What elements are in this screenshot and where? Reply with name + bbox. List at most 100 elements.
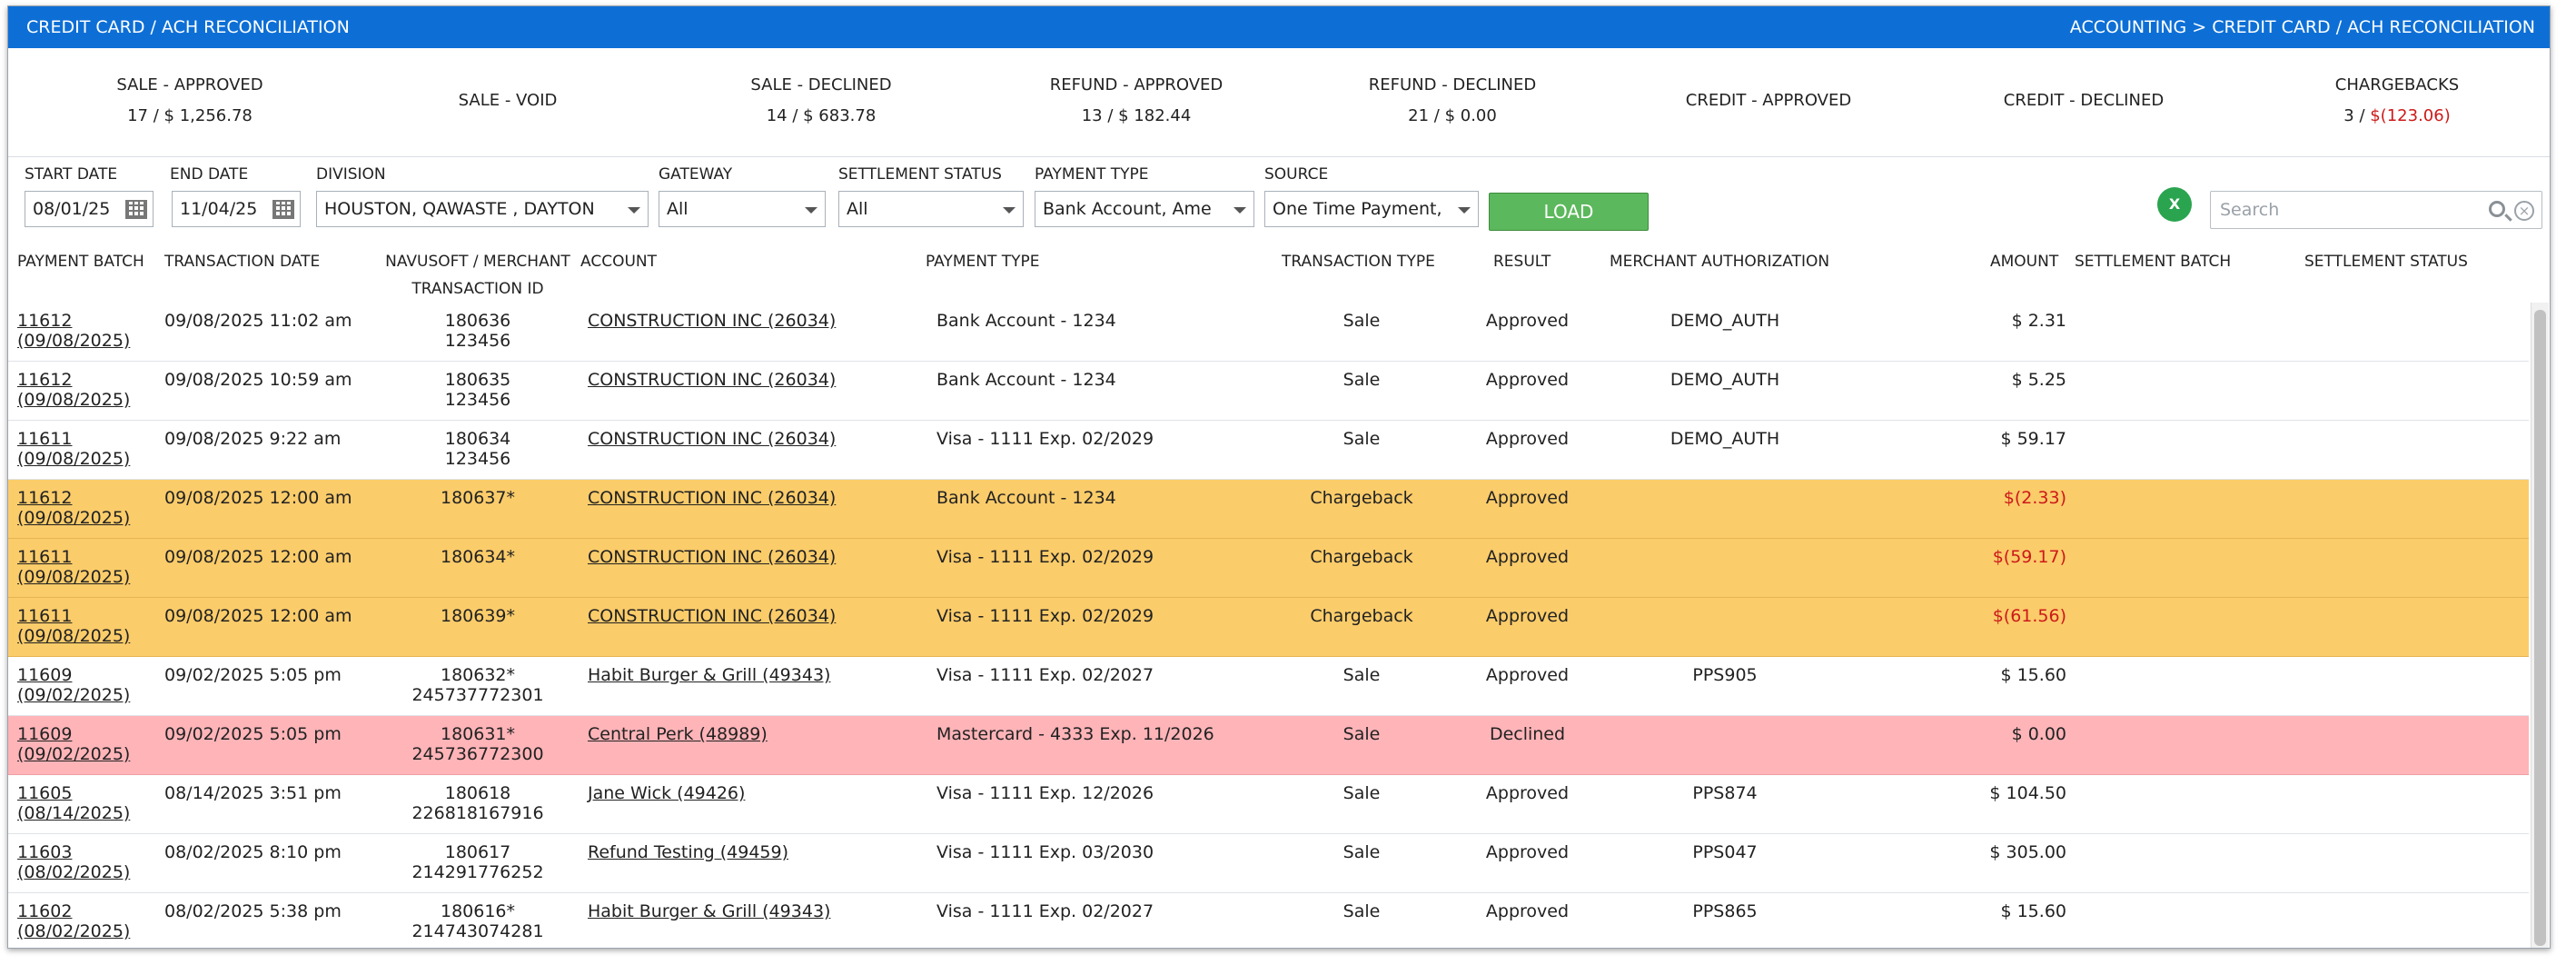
gateway-select[interactable]: All	[659, 191, 826, 227]
account-link[interactable]: Habit Burger & Grill (49343)	[588, 901, 830, 921]
col-transaction-date[interactable]: TRANSACTION DATE	[164, 248, 320, 275]
clear-icon[interactable]: ×	[2514, 201, 2534, 221]
load-button[interactable]: LOAD	[1489, 193, 1649, 231]
summary-value: 21 / $ 0.00	[1408, 106, 1497, 125]
amount: $ 305.00	[1989, 842, 2066, 862]
vertical-scrollbar[interactable]	[2531, 303, 2549, 948]
amount: $(59.17)	[1992, 547, 2066, 567]
division-label: DIVISION	[316, 165, 386, 184]
account-link[interactable]: CONSTRUCTION INC (26034)	[588, 606, 836, 626]
transaction-id: 180617 214291776252	[411, 842, 544, 882]
payment-type: Visa - 1111 Exp. 03/2030	[936, 842, 1154, 862]
summary-value: 17 / $ 1,256.78	[127, 106, 253, 125]
merchant-authorization: PPS865	[1692, 901, 1758, 921]
table-row[interactable]: 11611 (09/08/2025) 09/08/2025 9:22 am 18063…	[8, 421, 2529, 480]
payment-batch-link[interactable]: 11609 (09/02/2025)	[17, 724, 130, 764]
table-row[interactable]: 11603 (08/02/2025) 08/02/2025 8:10 pm 18061…	[8, 834, 2529, 893]
payment-batch-link[interactable]: 11611 (09/08/2025)	[17, 429, 130, 469]
col-merchant-authorization[interactable]: MERCHANT AUTHORIZATION	[1610, 248, 1829, 275]
account-link[interactable]: CONSTRUCTION INC (26034)	[588, 311, 836, 331]
table-row[interactable]: 11611 (09/08/2025) 09/08/2025 12:00 am 1806…	[8, 539, 2529, 598]
settlement-status-label: SETTLEMENT STATUS	[838, 165, 1002, 184]
summary-label: REFUND - APPROVED	[1049, 75, 1224, 95]
transaction-type: Sale	[1342, 842, 1381, 862]
merchant-authorization: PPS047	[1692, 842, 1758, 862]
payment-batch-link[interactable]: 11611 (09/08/2025)	[17, 606, 130, 646]
transaction-date: 09/02/2025 5:05 pm	[164, 724, 342, 744]
amount: $ 59.17	[2000, 429, 2066, 449]
transaction-date: 08/14/2025 3:51 pm	[164, 783, 342, 803]
result: Approved	[1485, 783, 1570, 803]
calendar-icon[interactable]	[125, 200, 147, 219]
account-link[interactable]: CONSTRUCTION INC (26034)	[588, 488, 836, 508]
transaction-type: Chargeback	[1310, 547, 1413, 567]
col-transaction-type[interactable]: TRANSACTION TYPE	[1282, 248, 1435, 275]
summary-sale-declined[interactable]: SALE - DECLINED 14 / $ 683.78	[667, 48, 976, 157]
search-input[interactable]: Search ×	[2210, 191, 2542, 229]
table-row[interactable]: 11602 (08/02/2025) 08/02/2025 5:38 pm 18061…	[8, 893, 2529, 948]
summary-label: REFUND - DECLINED	[1368, 75, 1537, 95]
col-settlement-status[interactable]: SETTLEMENT STATUS	[2304, 248, 2468, 275]
payment-type: Bank Account - 1234	[936, 488, 1116, 508]
payment-batch-link[interactable]: 11605 (08/14/2025)	[17, 783, 130, 823]
transaction-id: 180637*	[440, 488, 516, 508]
summary-refund-approved[interactable]: REFUND - APPROVED 13 / $ 182.44	[982, 48, 1291, 157]
summary-credit-declined[interactable]: CREDIT - DECLINED	[1929, 48, 2238, 157]
result: Approved	[1485, 370, 1570, 390]
settlement-status-select[interactable]: All	[838, 191, 1024, 227]
source-select[interactable]: One Time Payment,	[1264, 191, 1479, 227]
col-amount[interactable]: AMOUNT	[1990, 248, 2058, 275]
payment-batch-link[interactable]: 11612 (09/08/2025)	[17, 488, 130, 528]
summary-chargebacks[interactable]: CHARGEBACKS 3 / $(123.06)	[2243, 48, 2550, 157]
table-row[interactable]: 11611 (09/08/2025) 09/08/2025 12:00 am 1806…	[8, 598, 2529, 657]
table-row[interactable]: 11609 (09/02/2025) 09/02/2025 5:05 pm 18063…	[8, 716, 2529, 775]
summary-label: CHARGEBACKS	[2334, 75, 2460, 95]
division-select[interactable]: HOUSTON, QAWASTE , DAYTON	[316, 191, 649, 227]
col-payment-batch[interactable]: PAYMENT BATCH	[17, 248, 144, 275]
start-date-field[interactable]: 08/01/25	[25, 191, 154, 227]
account-link[interactable]: Habit Burger & Grill (49343)	[588, 665, 830, 685]
amount: $ 0.00	[2011, 724, 2066, 744]
search-icon[interactable]	[2489, 201, 2505, 217]
summary-sale-approved[interactable]: SALE - APPROVED 17 / $ 1,256.78	[35, 48, 344, 157]
account-link[interactable]: Refund Testing (49459)	[588, 842, 788, 862]
summary-sale-void[interactable]: SALE - VOID	[353, 48, 662, 157]
transaction-type: Sale	[1342, 429, 1381, 449]
table-row[interactable]: 11612 (09/08/2025) 09/08/2025 12:00 am 1806…	[8, 480, 2529, 539]
payment-type-select[interactable]: Bank Account, Ame	[1035, 191, 1254, 227]
payment-batch-link[interactable]: 11603 (08/02/2025)	[17, 842, 130, 882]
account-link[interactable]: CONSTRUCTION INC (26034)	[588, 429, 836, 449]
calendar-icon[interactable]	[272, 200, 294, 219]
payment-batch-link[interactable]: 11611 (09/08/2025)	[17, 547, 130, 587]
transaction-type: Chargeback	[1310, 606, 1413, 626]
summary-credit-approved[interactable]: CREDIT - APPROVED	[1614, 48, 1923, 157]
account-link[interactable]: Jane Wick (49426)	[588, 783, 745, 803]
payment-batch-link[interactable]: 11612 (09/08/2025)	[17, 370, 130, 410]
payment-type: Visa - 1111 Exp. 02/2029	[936, 606, 1154, 626]
result: Approved	[1485, 606, 1570, 626]
summary-refund-declined[interactable]: REFUND - DECLINED 21 / $ 0.00	[1298, 48, 1607, 157]
table-row[interactable]: 11612 (09/08/2025) 09/08/2025 10:59 am 1806…	[8, 362, 2529, 421]
excel-export-icon[interactable]: X	[2157, 187, 2192, 222]
col-settlement-batch[interactable]: SETTLEMENT BATCH	[2075, 248, 2231, 275]
payment-batch-link[interactable]: 11602 (08/02/2025)	[17, 901, 130, 941]
payment-batch-link[interactable]: 11609 (09/02/2025)	[17, 665, 130, 705]
col-account[interactable]: ACCOUNT	[580, 248, 657, 275]
table-row[interactable]: 11612 (09/08/2025) 09/08/2025 11:02 am 1806…	[8, 303, 2529, 362]
col-result[interactable]: RESULT	[1493, 248, 1551, 275]
transaction-type: Sale	[1342, 724, 1381, 744]
end-date-label: END DATE	[170, 165, 249, 184]
account-link[interactable]: Central Perk (48989)	[588, 724, 768, 744]
breadcrumb[interactable]: ACCOUNTING > CREDIT CARD / ACH RECONCILI…	[2070, 6, 2535, 48]
table-row[interactable]: 11605 (08/14/2025) 08/14/2025 3:51 pm 18061…	[8, 775, 2529, 834]
account-link[interactable]: CONSTRUCTION INC (26034)	[588, 547, 836, 567]
transaction-type: Sale	[1342, 665, 1381, 685]
col-payment-type[interactable]: PAYMENT TYPE	[926, 248, 1040, 275]
col-transaction-id[interactable]: NAVUSOFT / MERCHANT TRANSACTION ID	[364, 248, 591, 303]
table-row[interactable]: 11609 (09/02/2025) 09/02/2025 5:05 pm 18063…	[8, 657, 2529, 716]
transaction-type: Sale	[1342, 783, 1381, 803]
payment-batch-link[interactable]: 11612 (09/08/2025)	[17, 311, 130, 351]
account-link[interactable]: CONSTRUCTION INC (26034)	[588, 370, 836, 390]
end-date-field[interactable]: 11/04/25	[172, 191, 301, 227]
scrollbar-thumb[interactable]	[2534, 310, 2546, 946]
